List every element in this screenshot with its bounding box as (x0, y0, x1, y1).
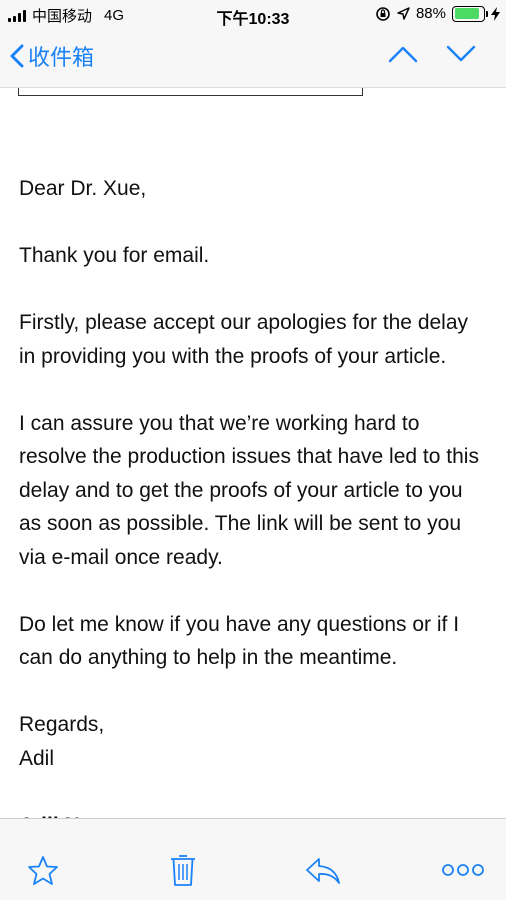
signal-icon (8, 9, 26, 22)
status-left: 中国移动 4G (8, 5, 124, 26)
carrier-label: 中国移动 (32, 8, 93, 25)
battery-fill (454, 8, 480, 19)
orientation-lock-icon (376, 6, 390, 21)
message-nav (388, 44, 476, 64)
email-content: Dear Dr. Xue, Thank you for email. First… (0, 88, 506, 818)
more-icon[interactable] (441, 863, 485, 877)
back-button[interactable]: 收件箱 (10, 40, 94, 72)
reply-icon[interactable] (305, 857, 341, 885)
location-icon (397, 7, 410, 20)
status-right: 88% (375, 5, 500, 22)
network-label: 4G (104, 7, 125, 24)
bottom-toolbar (0, 818, 506, 900)
email-greeting: Dear Dr. Xue, (19, 177, 147, 200)
status-bar: 中国移动 4G 下午10:33 88% (0, 0, 506, 30)
battery-icon (452, 5, 488, 22)
charging-icon (491, 6, 500, 21)
back-label: 收件箱 (28, 45, 95, 70)
email-closing: Regards, (19, 713, 105, 736)
chevron-left-icon (10, 44, 24, 68)
email-paragraph: Firstly, please accept our apologies for… (19, 311, 469, 368)
email-signature: Adil (19, 746, 55, 770)
trash-icon[interactable] (170, 853, 196, 887)
sender-name: Adil Noor (19, 809, 489, 819)
embedded-box-edge (18, 88, 363, 96)
nav-bar: 收件箱 (0, 30, 506, 88)
email-paragraph: Thank you for email. (19, 244, 210, 267)
star-icon[interactable] (27, 855, 59, 886)
email-paragraph: Do let me know if you have any questions… (19, 612, 460, 670)
chevron-down-icon[interactable] (446, 44, 476, 64)
email-body: Dear Dr. Xue, Thank you for email. First… (19, 172, 489, 818)
battery-percent: 88% (415, 5, 446, 22)
chevron-up-icon[interactable] (388, 44, 418, 64)
email-paragraph: I can assure you that we’re working hard… (19, 411, 479, 569)
